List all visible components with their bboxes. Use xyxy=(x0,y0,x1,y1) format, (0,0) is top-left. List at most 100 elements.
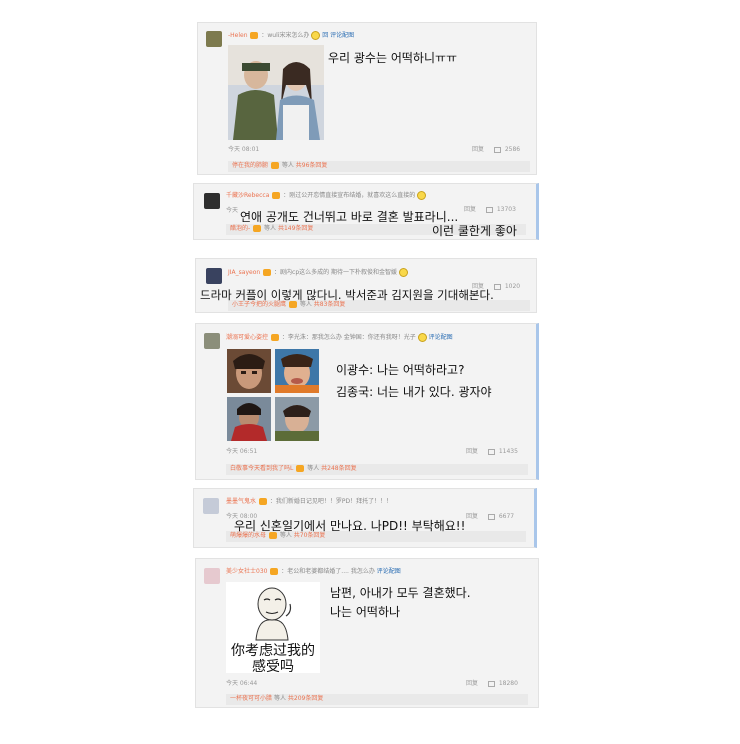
username[interactable]: 千藏沙Rebecca xyxy=(226,192,269,199)
emoji-icon xyxy=(417,333,427,342)
like-count: 1020 xyxy=(504,283,521,290)
like-icon[interactable] xyxy=(493,146,501,153)
meme-face-icon xyxy=(226,582,320,642)
vip-badge-icon xyxy=(263,269,272,276)
comment-header: 墨墨气鬼水 ：我们新婚日记见吧！！罗PD！拜托了！！！ xyxy=(226,498,392,506)
translation-overlay-line-2: 김종국: 너는 내가 있다. 광자야 xyxy=(336,385,492,399)
vip-badge-icon xyxy=(258,498,267,505)
avatar[interactable] xyxy=(206,268,222,284)
emoji-icon xyxy=(311,31,321,40)
username[interactable]: 潮溺可爱心姿控 xyxy=(226,334,268,341)
attached-photo-1[interactable] xyxy=(227,349,271,393)
reply-count-link[interactable]: 共248条回复 xyxy=(321,465,356,472)
emoji-icon xyxy=(417,191,427,200)
comment-card-1: -Helen ：wuli宋宋怎么办 回 评论配图 우리 광수는 어떡하니ㅠㅠ 今… xyxy=(197,22,537,175)
reply-label: 等人 xyxy=(264,225,277,232)
comment-actions: 回复 13703 xyxy=(464,204,516,213)
reply-user[interactable]: 一杯夜可可小腊 xyxy=(230,695,272,702)
comment-header: JIA_sayeon ：剧内cp这么多成的 期待一下朴叙俊和金智媛 xyxy=(228,268,408,277)
like-count: 13703 xyxy=(496,206,516,213)
username[interactable]: 美少女社士030 xyxy=(226,568,267,575)
comment-image-link[interactable]: 评论配图 xyxy=(377,568,401,575)
username[interactable]: 墨墨气鬼水 xyxy=(226,498,256,505)
comment-actions: 回复 18280 xyxy=(466,678,518,687)
like-icon[interactable] xyxy=(487,680,495,687)
like-icon[interactable] xyxy=(493,283,501,290)
comment-card-5: 墨墨气鬼水 ：我们新婚日记见吧！！罗PD！拜托了！！！ 今天 08:00 回复 … xyxy=(193,488,537,548)
reply-button[interactable]: 回复 xyxy=(464,206,476,213)
vip-badge-icon xyxy=(270,568,279,575)
translation-overlay-line-1: 이광수: 나는 어떡하라고? xyxy=(336,363,465,377)
reply-user[interactable]: 醋泡的- xyxy=(230,225,250,232)
comment-time: 今天 xyxy=(226,207,239,214)
reply-button[interactable]: 回复 xyxy=(466,680,478,687)
translation-overlay-line-1: 연애 공개도 건너뛰고 바로 결혼 발표라니... xyxy=(240,210,459,224)
vip-badge-icon xyxy=(272,192,281,199)
translation-overlay-line-2: 이런 쿨한게 좋아 xyxy=(432,224,517,238)
vip-badge-icon xyxy=(296,465,305,472)
comment-time: 今天 06:51 xyxy=(226,448,258,455)
emoji-icon xyxy=(398,268,408,277)
comment-card-4: 潮溺可爱心姿控 ：李光洙：那我怎么办 金钟国：你还有我呀！光子 评论配图 이광수… xyxy=(195,323,539,480)
translation-overlay: 우리 광수는 어떡하니ㅠㅠ xyxy=(328,51,458,65)
comment-header: 千藏沙Rebecca ：刚过公开恋情直接宣布结婚，就喜欢这么直接的 xyxy=(226,191,427,200)
reply-count-link[interactable]: 共149条回复 xyxy=(278,225,313,232)
vip-badge-icon xyxy=(270,334,279,341)
reply-label: 等人 xyxy=(273,695,286,702)
reply-label: 等人 xyxy=(281,162,294,169)
comment-time: 今天 06:44 xyxy=(226,680,258,687)
like-count: 6677 xyxy=(498,513,515,520)
translation-overlay: 우리 신혼일기에서 만나요. 나PD!! 부탁해요!! xyxy=(234,519,466,533)
reply-user[interactable]: 白敬事今天看到我了吗L xyxy=(230,465,293,472)
avatar[interactable] xyxy=(203,498,219,514)
translation-overlay-line-2: 나는 어떡하나 xyxy=(330,605,401,619)
comment-image-link[interactable]: 回 评论配图 xyxy=(322,32,354,39)
comment-card-3: JIA_sayeon ：剧内cp这么多成的 期待一下朴叙俊和金智媛 回复 102… xyxy=(195,258,537,313)
like-icon[interactable] xyxy=(487,513,495,520)
comment-actions: 回复 6677 xyxy=(466,511,514,520)
meme-image[interactable]: 你考虑过我的 感受吗 xyxy=(226,582,320,673)
reply-button[interactable]: 回复 xyxy=(466,513,478,520)
reply-button[interactable]: 回复 xyxy=(472,146,484,153)
username[interactable]: JIA_sayeon xyxy=(228,269,260,276)
comment-actions: 回复 11435 xyxy=(466,446,518,455)
reply-label: 等人 xyxy=(307,465,320,472)
comment-header: 潮溺可爱心姿控 ：李光洙：那我怎么办 金钟国：你还有我呀！光子 评论配图 xyxy=(226,333,453,342)
attached-photo[interactable] xyxy=(228,45,324,140)
translation-overlay: 드라마 커플이 이렇게 많다니. 박서준과 김지원을 기대해본다. xyxy=(200,288,494,302)
attached-photo-3[interactable] xyxy=(227,397,271,441)
vip-badge-icon xyxy=(270,162,279,169)
comment-snippet: ：李光洙：那我怎么办 金钟国：你还有我呀！光子 xyxy=(281,334,416,341)
reply-summary[interactable]: 一杯夜可可小腊 等人 共209条回复 xyxy=(226,694,528,705)
attached-photo-2[interactable] xyxy=(275,349,319,393)
reply-button[interactable]: 回复 xyxy=(466,448,478,455)
like-icon[interactable] xyxy=(485,206,493,213)
like-icon[interactable] xyxy=(487,448,495,455)
avatar[interactable] xyxy=(204,568,220,584)
vip-badge-icon xyxy=(250,32,259,39)
comment-snippet: ：我们新婚日记见吧！！罗PD！拜托了！！！ xyxy=(269,498,393,505)
comment-actions: 回复 2586 xyxy=(472,144,520,153)
comment-snippet: ：wuli宋宋怎么办 xyxy=(261,32,310,39)
reply-user[interactable]: 停在我的肺腑 xyxy=(232,162,268,169)
comment-image-link[interactable]: 评论配图 xyxy=(429,334,453,341)
avatar[interactable] xyxy=(204,193,220,209)
meme-caption-line-2: 感受吗 xyxy=(252,659,294,673)
comment-header: -Helen ：wuli宋宋怎么办 回 评论配图 xyxy=(228,31,354,40)
comment-snippet: ：刚过公开恋情直接宣布结婚，就喜欢这么直接的 xyxy=(283,192,416,199)
avatar[interactable] xyxy=(204,333,220,349)
username[interactable]: -Helen xyxy=(228,32,248,39)
reply-summary[interactable]: 白敬事今天看到我了吗L 等人 共248条回复 xyxy=(226,464,528,475)
like-count: 2586 xyxy=(504,146,521,153)
like-count: 11435 xyxy=(498,448,518,455)
comment-header: 美少女社士030 ：老公和老婆都结婚了.... 我怎么办 评论配图 xyxy=(226,568,401,576)
reply-count-link[interactable]: 共96条回复 xyxy=(296,162,328,169)
comment-card-2: 千藏沙Rebecca ：刚过公开恋情直接宣布结婚，就喜欢这么直接的 今天 回复 … xyxy=(193,183,539,240)
like-count: 18280 xyxy=(498,680,518,687)
reply-summary[interactable]: 停在我的肺腑 等人 共96条回复 xyxy=(228,161,530,172)
avatar[interactable] xyxy=(206,31,222,47)
vip-badge-icon xyxy=(253,225,262,232)
comment-snippet: ：老公和老婆都结婚了.... 我怎么办 xyxy=(281,568,375,575)
reply-count-link[interactable]: 共209条回复 xyxy=(288,695,323,702)
attached-photo-4[interactable] xyxy=(275,397,319,441)
